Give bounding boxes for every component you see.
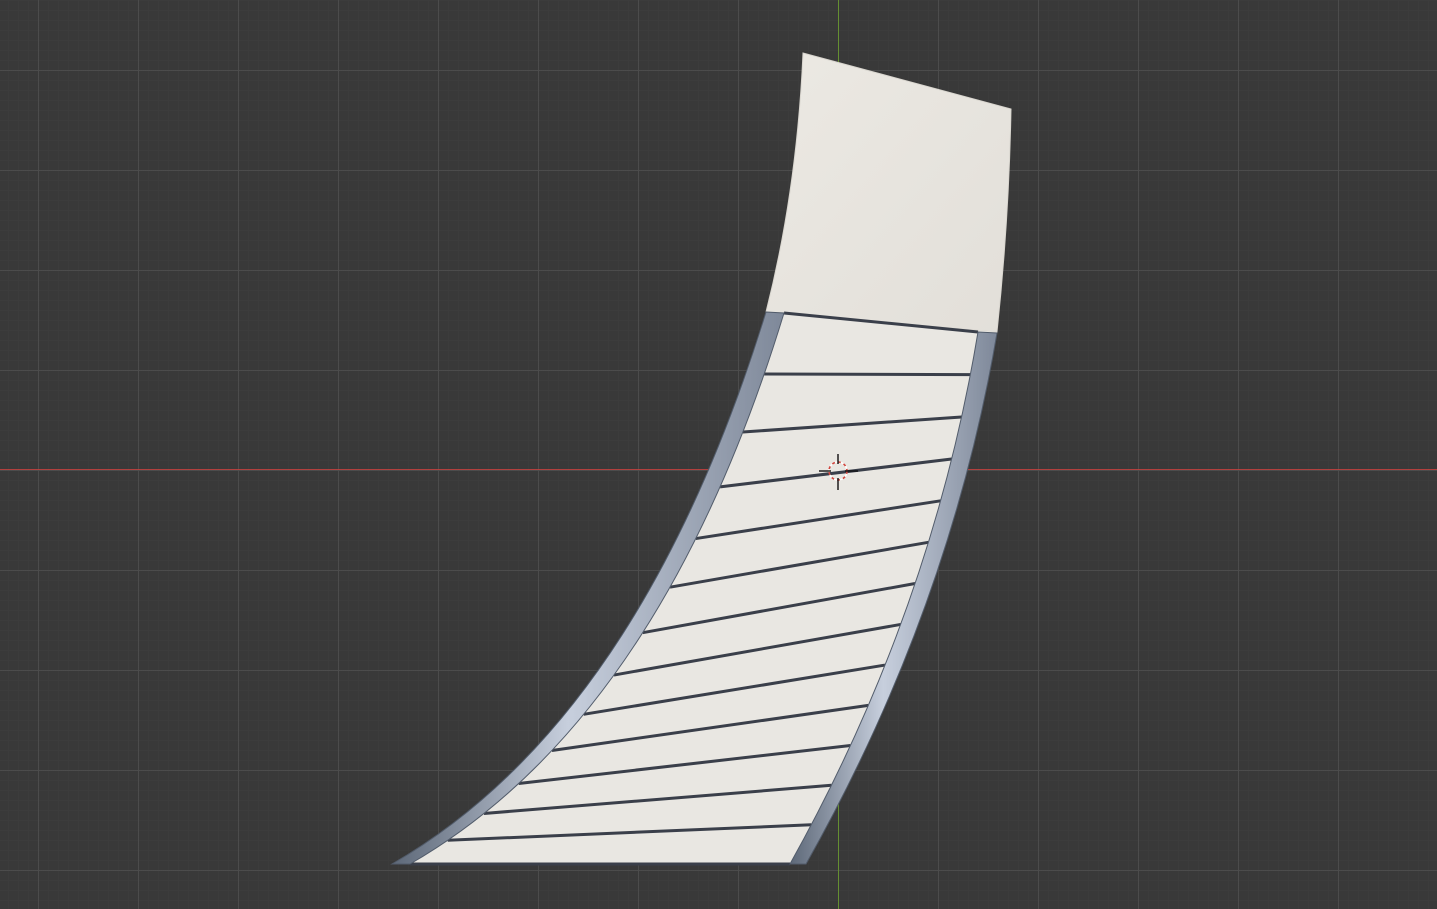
viewport-scene[interactable]: [0, 0, 1437, 909]
plank-line: [764, 372, 971, 377]
walkway-top-slab[interactable]: [765, 52, 1012, 333]
3d-viewport[interactable]: [0, 0, 1437, 909]
walkway-deck[interactable]: [392, 312, 997, 864]
